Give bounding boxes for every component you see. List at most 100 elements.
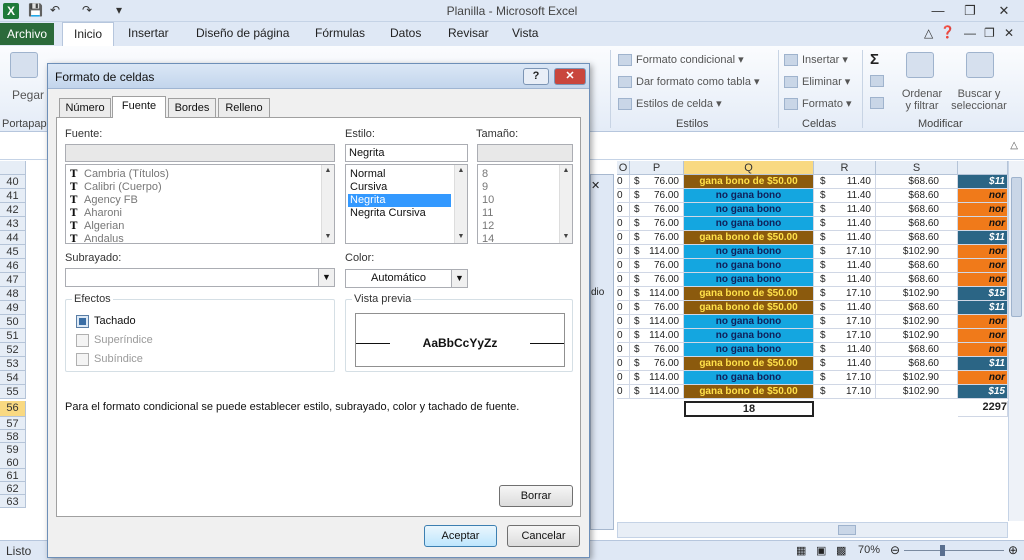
table-cell[interactable]: $68.60 [876,217,958,231]
table-cell[interactable]: nor [958,273,1008,287]
paste-button[interactable]: Pegar [12,88,44,102]
bonus-cell[interactable]: gana bono de $50.00 [684,175,814,189]
table-cell[interactable]: 0 [617,343,630,357]
help-button[interactable]: ? [523,68,549,85]
table-cell[interactable]: $114.00 [630,385,684,399]
style-list[interactable]: Normal Cursiva Negrita Negrita Cursiva ▲… [345,164,468,244]
table-cell[interactable]: $11.40 [814,273,876,287]
ok-button[interactable]: Aceptar [424,525,497,547]
bonus-cell[interactable]: no gana bono [684,273,814,287]
list-item[interactable]: 10 [480,194,558,207]
conditional-format-button[interactable]: Formato condicional ▾ [618,53,744,67]
superscript-checkbox[interactable] [76,334,89,347]
cancel-button[interactable]: Cancelar [507,525,580,547]
workbook-restore-icon[interactable]: ❐ [984,26,995,40]
minimize-icon[interactable]: — [926,2,950,20]
table-cell[interactable]: $11.40 [814,189,876,203]
bonus-cell[interactable]: gana bono de $50.00 [684,231,814,245]
table-cell[interactable]: $76.00 [630,189,684,203]
subscript-checkbox[interactable] [76,353,89,366]
table-cell[interactable]: $11.40 [814,175,876,189]
table-cell[interactable]: $76.00 [630,231,684,245]
table-cell[interactable]: $76.00 [630,343,684,357]
table-cell[interactable]: 0 [617,315,630,329]
row-header[interactable]: 62 [0,482,26,495]
dropdown-arrow-icon[interactable]: ▼ [318,269,334,286]
scroll-down-icon[interactable]: ▼ [560,231,572,243]
row-header[interactable]: 58 [0,430,26,443]
table-cell[interactable]: $102.90 [876,315,958,329]
scroll-down-icon[interactable]: ▼ [455,231,467,243]
row-header[interactable]: 41 [0,189,26,203]
table-cell[interactable]: $68.60 [876,343,958,357]
table-cell[interactable]: $15 [958,287,1008,301]
table-cell[interactable]: $102.90 [876,371,958,385]
table-cell[interactable]: 0 [617,273,630,287]
underline-dropdown[interactable]: ▼ [65,268,335,287]
row-header[interactable]: 44 [0,231,26,245]
table-cell[interactable]: $68.60 [876,175,958,189]
font-list[interactable]: T Cambria (Títulos) T Calibri (Cuerpo) T Ag… [65,164,335,244]
bonus-cell[interactable]: no gana bono [684,203,814,217]
row-header[interactable]: 60 [0,456,26,469]
zoom-slider-thumb[interactable] [940,545,945,556]
size-list-scrollbar[interactable]: ▲ ▼ [559,165,572,243]
zoom-slider[interactable] [904,550,1004,551]
list-item[interactable]: T Cambria (Títulos) [68,168,320,181]
table-cell[interactable]: 0 [617,301,630,315]
horizontal-scroll-thumb[interactable] [838,525,856,535]
scroll-up-icon[interactable]: ▲ [455,165,467,177]
bonus-cell[interactable]: no gana bono [684,371,814,385]
table-cell[interactable]: $11.40 [814,217,876,231]
table-cell[interactable]: $68.60 [876,259,958,273]
table-cell[interactable]: $11.40 [814,301,876,315]
table-cell[interactable]: $11 [958,357,1008,371]
table-cell[interactable]: $68.60 [876,231,958,245]
close-icon[interactable]: ✕ [992,2,1016,20]
zoom-in-icon[interactable]: ⊕ [1008,543,1018,557]
zoom-out-icon[interactable]: ⊖ [890,543,900,557]
table-cell[interactable]: $17.10 [814,287,876,301]
row-header[interactable]: 51 [0,329,26,343]
tab-archivo[interactable]: Archivo [0,23,54,45]
bonus-cell[interactable]: no gana bono [684,329,814,343]
tab-inicio[interactable]: Inicio [62,22,114,47]
table-cell[interactable]: 0 [617,203,630,217]
table-cell[interactable]: nor [958,259,1008,273]
tab-fuente[interactable]: Fuente [112,96,166,118]
table-cell[interactable]: $102.90 [876,385,958,399]
table-cell[interactable]: $114.00 [630,371,684,385]
row-header[interactable]: 40 [0,175,26,189]
list-item[interactable]: Normal [348,168,451,181]
table-cell[interactable]: $11.40 [814,203,876,217]
table-cell[interactable]: $114.00 [630,329,684,343]
expand-formula-icon[interactable]: △ [1010,140,1018,151]
color-dropdown[interactable]: Automático ▼ [345,269,468,288]
table-cell[interactable]: $114.00 [630,245,684,259]
autosum-icon[interactable]: Σ [870,51,879,68]
format-as-table-button[interactable]: Dar formato como tabla ▾ [618,75,760,89]
page-break-view-icon[interactable]: ▩ [836,544,846,557]
row-header-selected[interactable]: 56 [0,401,26,417]
table-cell[interactable]: 0 [617,217,630,231]
paste-icon[interactable] [10,52,38,78]
tab-formulas[interactable]: Fórmulas [315,26,365,40]
row-header[interactable]: 57 [0,417,26,430]
table-cell[interactable]: $17.10 [814,371,876,385]
background-dialog-close-icon[interactable]: ✕ [591,179,600,192]
list-item[interactable]: T Algerian [68,220,320,233]
column-header-s[interactable]: S [876,161,958,175]
tab-numero[interactable]: Número [59,98,111,117]
row-header[interactable]: 50 [0,315,26,329]
tab-insertar[interactable]: Insertar [128,26,169,40]
format-cells-button[interactable]: Formato ▾ [784,97,852,111]
scroll-up-icon[interactable]: ▲ [560,165,572,177]
row-header[interactable]: 52 [0,343,26,357]
bonus-cell[interactable]: gana bono de $50.00 [684,385,814,399]
scroll-down-icon[interactable]: ▼ [322,231,334,243]
table-cell[interactable]: $68.60 [876,301,958,315]
bonus-cell[interactable]: gana bono de $50.00 [684,287,814,301]
delete-cells-button[interactable]: Eliminar ▾ [784,75,850,89]
select-all-corner[interactable] [0,161,26,175]
table-cell[interactable]: $68.60 [876,189,958,203]
